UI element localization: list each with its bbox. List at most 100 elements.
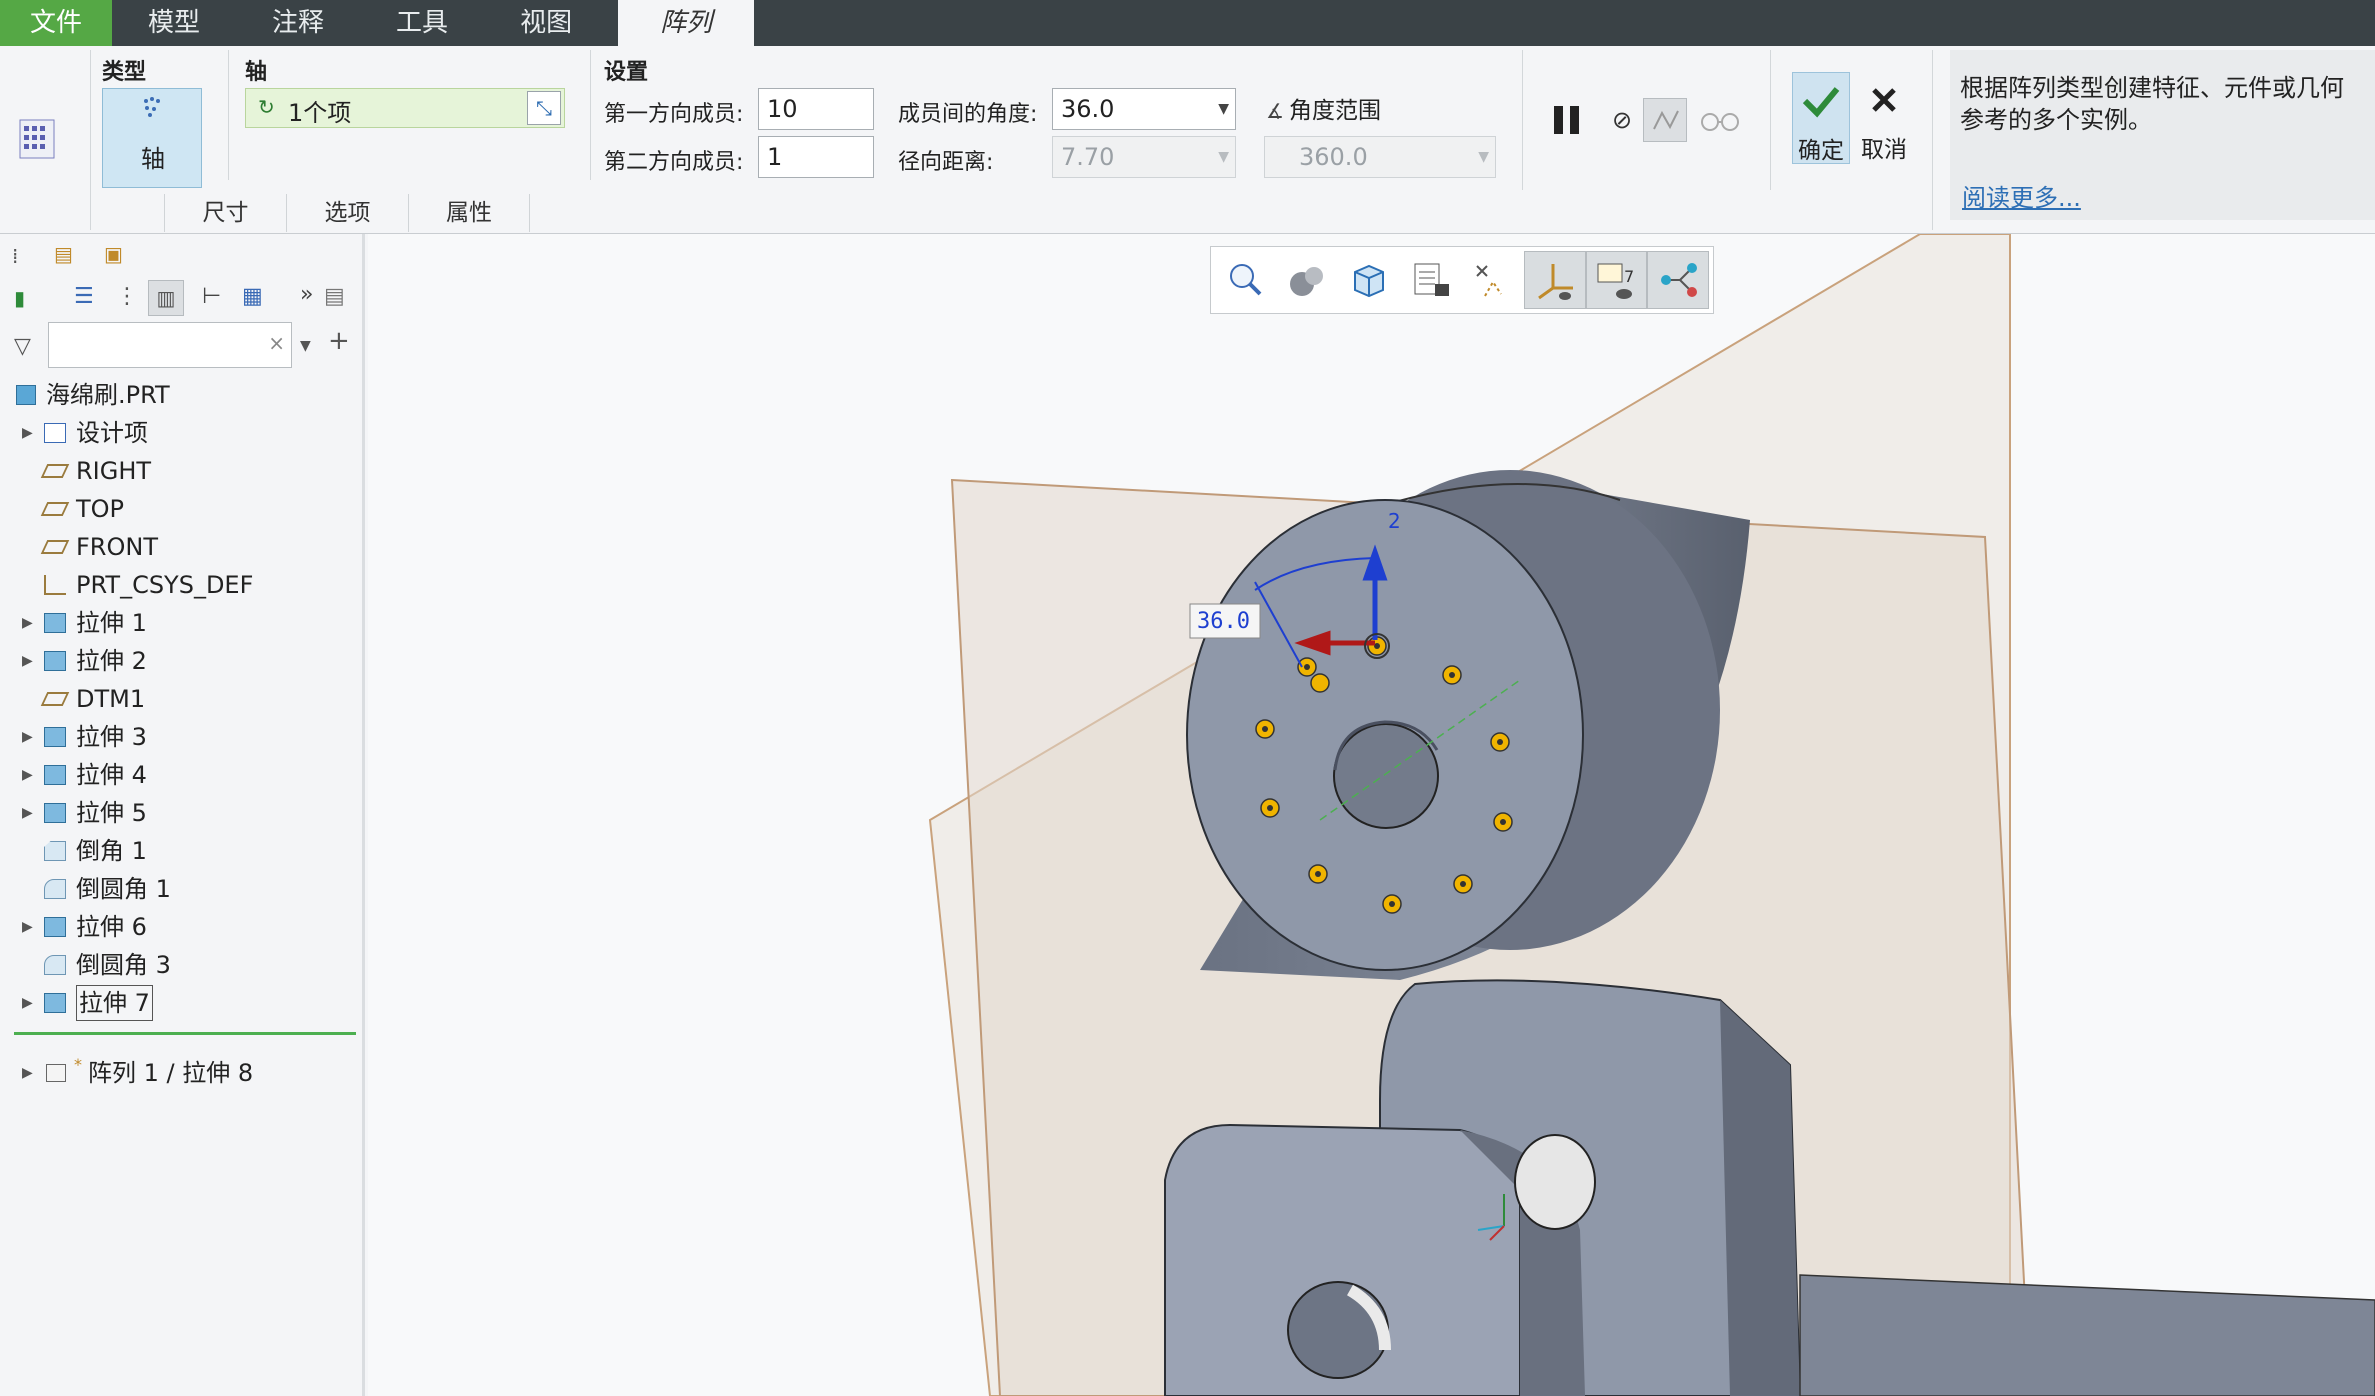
pause-button[interactable]	[1548, 98, 1588, 142]
ok-label: 确定	[1798, 138, 1844, 164]
tree-item[interactable]: ▶ 拉伸 6	[0, 908, 360, 946]
columns-icon[interactable]: ▥	[148, 280, 184, 316]
close-icon	[1872, 88, 1896, 112]
ok-button[interactable]: 确定	[1792, 72, 1850, 164]
second-direction-input[interactable]: 1	[758, 136, 874, 178]
view-toolbar: 7	[1210, 246, 1714, 314]
tree-item[interactable]: 倒角 1	[0, 832, 360, 870]
menu-view[interactable]: 视图	[484, 0, 608, 46]
refit-icon[interactable]	[1215, 251, 1277, 309]
layer-tree-tab-icon[interactable]: ▤	[54, 242, 73, 266]
annotation-display-icon[interactable]: 7	[1585, 251, 1648, 309]
tree-item-label: 倒圆角 3	[76, 951, 171, 979]
saved-orientations-icon[interactable]	[1339, 251, 1401, 309]
tree-item[interactable]: PRT_CSYS_DEF	[0, 566, 360, 604]
tree-search-input[interactable]: ×	[48, 322, 292, 368]
view-manager-icon[interactable]	[1400, 251, 1462, 309]
tree-item[interactable]: TOP	[0, 490, 360, 528]
menu-file[interactable]: 文件	[0, 0, 113, 46]
tab-options[interactable]: 选项	[286, 194, 408, 232]
model-scene: 36.0 2	[928, 234, 2375, 1396]
angle-input[interactable]: 36.0 ▼	[1052, 88, 1236, 130]
document-icon[interactable]: ▤	[324, 284, 345, 309]
tab-properties[interactable]: 属性	[408, 194, 530, 232]
bracket-hole-upper	[1514, 1134, 1596, 1230]
chevron-right-icon[interactable]: ▶	[22, 604, 33, 642]
datum-plane-icon	[40, 502, 70, 516]
base-block	[1799, 1274, 2375, 1396]
tree-item[interactable]: RIGHT	[0, 452, 360, 490]
tree-item-label: PRT_CSYS_DEF	[76, 571, 254, 599]
tree-item[interactable]: ▶ 拉伸 3	[0, 718, 360, 756]
display-style-icon[interactable]	[1277, 251, 1339, 309]
first-direction-input[interactable]: 10	[758, 88, 874, 130]
graphics-viewport[interactable]: 36.0 2	[368, 234, 2375, 1396]
type-axis-button[interactable]: 轴	[102, 88, 202, 188]
show-icon[interactable]: ▮	[14, 286, 25, 310]
axis-collector[interactable]: ↻ 1个项	[245, 88, 565, 128]
chamfer-icon	[44, 841, 66, 861]
menu-annotate[interactable]: 注释	[236, 0, 360, 46]
dimension-value[interactable]: 36.0	[1197, 609, 1250, 634]
checkmark-icon	[1802, 87, 1840, 118]
add-icon[interactable]: +	[328, 326, 350, 356]
tree-item[interactable]: ▶ 拉伸 5	[0, 794, 360, 832]
chevron-down-icon: ▼	[1218, 149, 1229, 165]
no-preview-button[interactable]: ⊘	[1604, 102, 1640, 138]
chevron-right-icon[interactable]: ▶	[22, 414, 33, 452]
tree-item[interactable]: ▶ 拉伸 4	[0, 756, 360, 794]
datum-plane-icon	[40, 540, 70, 554]
tree-item[interactable]: ▶ 拉伸 7	[0, 984, 360, 1022]
clear-icon[interactable]: ×	[268, 331, 285, 355]
angle-value: 36.0	[1061, 95, 1115, 123]
datum-display-icon[interactable]	[1462, 251, 1524, 309]
chevron-right-icon[interactable]: ▶	[22, 718, 33, 756]
chevron-right-icon[interactable]: ▶	[22, 984, 33, 1022]
cancel-label: 取消	[1861, 137, 1907, 163]
tree-item[interactable]: ▶ 拉伸 1	[0, 604, 360, 642]
tree-filter-icon[interactable]: ⊢	[202, 284, 221, 309]
read-more-link[interactable]: 阅读更多...	[1962, 178, 2081, 213]
axis-label: 轴	[245, 60, 268, 85]
tree-item[interactable]: ▶ 设计项	[0, 414, 360, 452]
collapse-icon[interactable]: ⋮	[116, 284, 138, 309]
list-icon[interactable]: ☰	[74, 284, 94, 309]
tree-item-label: RIGHT	[76, 457, 152, 485]
angle-range-toggle[interactable]: ∡ 角度范围	[1266, 94, 1381, 128]
tree-item[interactable]: FRONT	[0, 528, 360, 566]
insert-indicator[interactable]	[14, 1032, 356, 1035]
cancel-button[interactable]: 取消	[1856, 72, 1914, 164]
tab-dimensions[interactable]: 尺寸	[164, 194, 286, 232]
tree-item[interactable]: 倒圆角 1	[0, 870, 360, 908]
spin-center-icon[interactable]	[1647, 251, 1709, 309]
chevron-down-icon[interactable]: ▼	[1218, 89, 1229, 129]
flip-axis-button[interactable]: ⤡	[527, 91, 561, 125]
tree-item[interactable]: ▶ 拉伸 2	[0, 642, 360, 680]
csys-display-icon[interactable]	[1523, 251, 1586, 309]
pattern-feature-icon	[14, 116, 60, 162]
menu-model[interactable]: 模型	[112, 0, 236, 46]
preview-glasses-icon[interactable]	[1698, 102, 1742, 138]
tree-item[interactable]: DTM1	[0, 680, 360, 718]
verify-button[interactable]	[1643, 98, 1687, 142]
tab-pattern[interactable]: 阵列	[618, 0, 755, 46]
settings-icon[interactable]: ▦	[242, 284, 263, 309]
chevron-right-icon[interactable]: ▶	[22, 1054, 33, 1092]
extrude-icon	[44, 765, 66, 785]
tree-item-pattern[interactable]: ▶ * 阵列 1 / 拉伸 8	[0, 1054, 360, 1092]
tree-root[interactable]: 海绵刷.PRT	[0, 376, 360, 414]
selected-point[interactable]	[1310, 673, 1330, 693]
model-tree-tab-icon[interactable]: ⁞	[12, 244, 18, 268]
chevron-down-icon[interactable]: ▼	[300, 338, 311, 354]
tree-item-label: 设计项	[76, 419, 148, 447]
chevron-right-icon[interactable]: ▶	[22, 794, 33, 832]
chevron-right-icon[interactable]: ▶	[22, 756, 33, 794]
menu-tools[interactable]: 工具	[360, 0, 484, 46]
more-icon[interactable]: »	[300, 282, 313, 307]
filter-icon: ▽	[14, 334, 31, 359]
tree-item-label: 倒角 1	[76, 837, 147, 865]
tree-item[interactable]: 倒圆角 3	[0, 946, 360, 984]
chevron-right-icon[interactable]: ▶	[22, 908, 33, 946]
chevron-right-icon[interactable]: ▶	[22, 642, 33, 680]
favorites-tab-icon[interactable]: ▣	[104, 242, 123, 266]
